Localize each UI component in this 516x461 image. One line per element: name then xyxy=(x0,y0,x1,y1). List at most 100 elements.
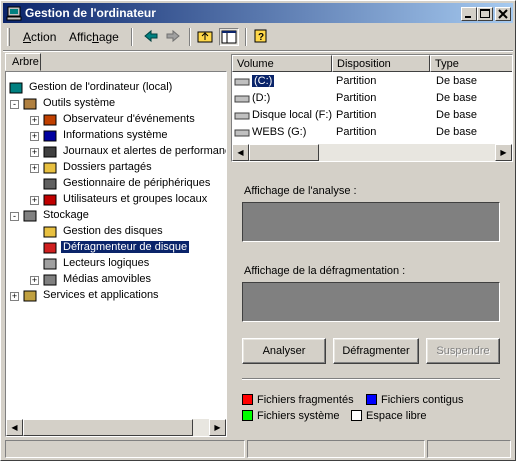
volume-cell-layout: Partition xyxy=(336,109,377,121)
disk-management-icon xyxy=(43,226,57,238)
tree-horizontal-scrollbar[interactable]: ◀ ▶ xyxy=(6,419,226,436)
volume-list: Volume Disposition Type (C:) Partition De … xyxy=(231,54,513,162)
tree-item[interactable]: Gestionnaire de périphériques xyxy=(6,176,226,192)
tree-item[interactable]: Défragmenteur de disque xyxy=(6,240,226,256)
show-tree-button[interactable] xyxy=(219,28,239,46)
legend-swatch-system xyxy=(242,410,253,421)
expand-icon[interactable]: + xyxy=(30,148,39,157)
maximize-button[interactable] xyxy=(477,7,493,21)
defragmenter-icon xyxy=(43,242,57,254)
legend-swatch-free xyxy=(351,410,362,421)
toolbar-grip[interactable] xyxy=(7,28,10,46)
status-panel xyxy=(427,440,511,458)
tree-item[interactable]: Gestion des disques xyxy=(6,224,226,240)
volume-row[interactable]: (D:) Partition De base xyxy=(232,90,498,107)
volume-row[interactable]: Disque local (F:) Partition De base xyxy=(232,107,498,124)
expand-icon[interactable]: + xyxy=(30,276,39,285)
volume-horizontal-scrollbar[interactable]: ◀ ▶ xyxy=(232,144,512,161)
toolbar-separator xyxy=(189,28,191,46)
menu-toolbar: Action Affichage ? xyxy=(3,25,513,49)
collapse-icon[interactable]: - xyxy=(10,212,19,221)
defrag-display xyxy=(242,282,500,322)
menu-action[interactable]: Action xyxy=(23,30,56,44)
defrag-display-label: Affichage de la défragmentation : xyxy=(244,265,406,277)
defragment-button[interactable]: Défragmenter xyxy=(333,338,419,364)
volume-cell-layout: Partition xyxy=(336,126,377,138)
tree-item-label: Services et applications xyxy=(43,289,159,301)
tree-item[interactable]: + Journaux et alertes de performance xyxy=(6,144,226,160)
legend-swatch-fragmented xyxy=(242,394,253,405)
volume-cell-volume: (D:) xyxy=(252,92,271,104)
removable-media-icon xyxy=(43,274,57,286)
column-header-type[interactable]: Type xyxy=(430,55,512,72)
volume-cell-layout: Partition xyxy=(336,75,377,87)
help-button[interactable]: ? xyxy=(251,28,271,46)
computer-management-icon xyxy=(6,6,22,21)
scroll-right-button[interactable]: ▶ xyxy=(209,419,226,436)
show-hide-tree-icon xyxy=(221,30,237,44)
tree-item[interactable]: + Informations système xyxy=(6,128,226,144)
volume-row[interactable]: (C:) Partition De base xyxy=(232,73,498,90)
close-icon xyxy=(498,9,508,19)
back-button[interactable] xyxy=(141,28,161,46)
tree-item[interactable]: - Outils système xyxy=(6,96,226,112)
analysis-display-label: Affichage de l'analyse : xyxy=(244,185,357,197)
tree-item[interactable]: Gestion de l'ordinateur (local) xyxy=(6,80,226,96)
tree-item[interactable]: Lecteurs logiques xyxy=(6,256,226,272)
maximize-icon xyxy=(480,9,490,18)
tree-item-label: Informations système xyxy=(63,129,168,141)
tree-item[interactable]: + Utilisateurs et groupes locaux xyxy=(6,192,226,208)
users-icon xyxy=(43,194,57,206)
column-header-volume[interactable]: Volume xyxy=(232,55,332,72)
tree-item[interactable]: + Médias amovibles xyxy=(6,272,226,288)
expand-icon[interactable]: + xyxy=(30,164,39,173)
expand-icon[interactable]: + xyxy=(30,196,39,205)
expand-icon[interactable]: + xyxy=(30,116,39,125)
forward-button[interactable] xyxy=(163,28,183,46)
logical-drive-icon xyxy=(43,258,57,270)
suspend-button[interactable]: Suspendre xyxy=(426,338,500,364)
window-title: Gestion de l'ordinateur xyxy=(25,6,156,20)
up-level-button[interactable] xyxy=(195,28,215,46)
title-bar[interactable]: Gestion de l'ordinateur xyxy=(3,3,513,23)
close-button[interactable] xyxy=(495,7,511,21)
tree-item[interactable]: + Dossiers partagés xyxy=(6,160,226,176)
menu-affichage[interactable]: Affichage xyxy=(69,30,119,44)
volume-cell-volume: Disque local (F:) xyxy=(252,109,333,121)
volume-cell-layout: Partition xyxy=(336,92,377,104)
status-panel xyxy=(247,440,425,458)
legend-system: Fichiers système xyxy=(242,410,340,422)
legend-contiguous: Fichiers contigus xyxy=(366,394,464,406)
tree-item[interactable]: + Services et applications xyxy=(6,288,226,304)
tree-item-label: Observateur d'événements xyxy=(63,113,195,125)
expand-icon[interactable]: + xyxy=(30,132,39,141)
analyze-button[interactable]: Analyser xyxy=(242,338,326,364)
expand-icon[interactable]: + xyxy=(10,292,19,301)
services-icon xyxy=(23,290,37,302)
drive-icon xyxy=(234,129,250,137)
drive-icon xyxy=(234,78,250,86)
tree-item-label: Gestion des disques xyxy=(63,225,163,237)
scroll-left-button[interactable]: ◀ xyxy=(6,419,23,436)
minimize-button[interactable] xyxy=(461,7,477,21)
column-header-disposition[interactable]: Disposition xyxy=(332,55,430,72)
tree-item-label: Dossiers partagés xyxy=(63,161,152,173)
event-viewer-icon xyxy=(43,114,57,126)
collapse-icon[interactable]: - xyxy=(10,100,19,109)
scroll-thumb[interactable] xyxy=(23,419,193,436)
legend-swatch-contiguous xyxy=(366,394,377,405)
scroll-left-button[interactable]: ◀ xyxy=(232,144,249,161)
system-info-icon xyxy=(43,130,57,142)
toolbar-divider xyxy=(3,50,513,52)
tree-item[interactable]: + Observateur d'événements xyxy=(6,112,226,128)
tree-item-label: Utilisateurs et groupes locaux xyxy=(63,193,208,205)
storage-icon xyxy=(23,210,37,222)
volume-cell-type: De base xyxy=(436,92,477,104)
tree-item[interactable]: - Stockage xyxy=(6,208,226,224)
volume-row[interactable]: WEBS (G:) Partition De base xyxy=(232,124,498,141)
scroll-thumb[interactable] xyxy=(249,144,319,161)
tab-arbre[interactable]: Arbre xyxy=(5,53,41,71)
scroll-right-button[interactable]: ▶ xyxy=(495,144,512,161)
tree-pane: Gestion de l'ordinateur (local) - Outils s… xyxy=(5,71,227,437)
up-folder-icon xyxy=(197,31,213,43)
